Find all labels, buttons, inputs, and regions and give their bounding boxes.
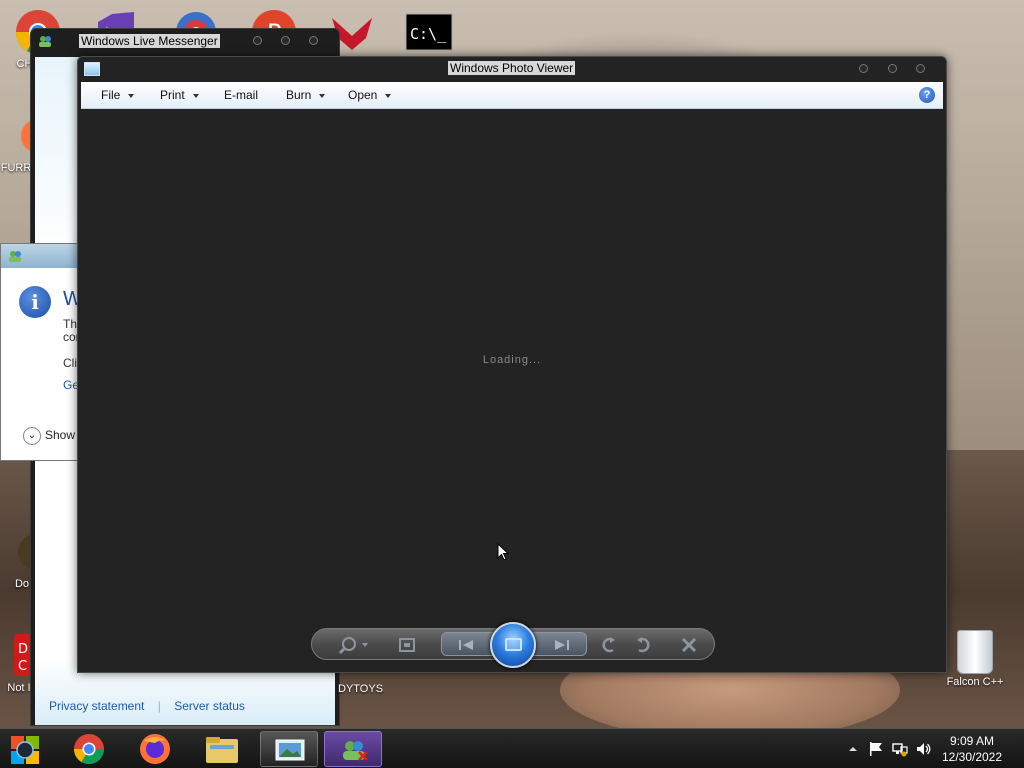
photo-viewer-icon bbox=[84, 62, 100, 76]
messenger-icon bbox=[39, 36, 51, 47]
viewer-titlebar[interactable]: Windows Photo Viewer bbox=[78, 57, 946, 81]
dropdown-arrow-icon bbox=[128, 93, 135, 98]
clock-date: 12/30/2022 bbox=[941, 750, 1003, 764]
taskbar: 9:09 AM 12/30/2022 bbox=[0, 728, 1024, 768]
privacy-statement-link[interactable]: Privacy statement bbox=[49, 699, 144, 713]
menu-open[interactable]: Open bbox=[348, 88, 392, 102]
previous-icon[interactable] bbox=[456, 637, 478, 653]
photo-viewer-taskbar-button[interactable] bbox=[260, 731, 318, 767]
command-prompt-icon[interactable]: C:\_ bbox=[405, 8, 453, 56]
slideshow-icon bbox=[505, 638, 522, 651]
close-button[interactable] bbox=[916, 64, 925, 73]
clock-time: 9:09 AM bbox=[949, 734, 995, 748]
desktop-icon-label: FURR bbox=[0, 162, 32, 174]
svg-text:C: C bbox=[18, 659, 27, 674]
actual-size-icon[interactable] bbox=[396, 635, 418, 655]
show-details-toggle[interactable]: ⌄ Show bbox=[23, 427, 75, 445]
firefox-taskbar-icon[interactable] bbox=[126, 731, 184, 767]
maximize-button[interactable] bbox=[281, 36, 290, 45]
dropdown-arrow-icon bbox=[385, 93, 392, 98]
info-dialog[interactable]: i W Tha con Clic Ge ⌄ Show bbox=[0, 243, 84, 461]
menu-print[interactable]: Print bbox=[160, 88, 199, 102]
taskbar-clock[interactable]: 9:09 AM 12/30/2022 bbox=[932, 733, 1012, 765]
start-button[interactable] bbox=[0, 731, 54, 767]
messenger-icon bbox=[9, 251, 21, 262]
dialog-titlebar[interactable] bbox=[1, 244, 80, 268]
next-icon[interactable] bbox=[550, 637, 572, 653]
recycle-bin-icon bbox=[957, 630, 993, 674]
minimize-button[interactable] bbox=[859, 64, 868, 73]
show-hidden-icons-icon[interactable] bbox=[848, 741, 858, 757]
server-status-link[interactable]: Server status bbox=[174, 699, 245, 713]
delete-icon[interactable] bbox=[678, 635, 700, 655]
svg-text:D: D bbox=[18, 642, 28, 657]
dropdown-arrow-icon bbox=[319, 93, 326, 98]
desktop-icon-label: Not I bbox=[7, 682, 31, 694]
menu-file-label: File bbox=[101, 88, 121, 102]
messenger-taskbar-button[interactable] bbox=[324, 731, 382, 767]
menu-burn-label: Burn bbox=[286, 88, 312, 102]
action-center-flag-icon[interactable] bbox=[868, 741, 884, 757]
messenger-icon bbox=[343, 741, 368, 761]
mouse-cursor-icon bbox=[497, 543, 509, 561]
slideshow-button[interactable] bbox=[490, 622, 536, 668]
viewer-title: Windows Photo Viewer bbox=[448, 61, 576, 75]
messenger-title: Windows Live Messenger bbox=[79, 34, 220, 48]
desktop-icon-label-toys: DYTOYS bbox=[338, 683, 384, 695]
zoom-icon[interactable] bbox=[338, 635, 372, 655]
chrome-taskbar-icon[interactable] bbox=[60, 731, 118, 767]
chevron-down-icon: ⌄ bbox=[23, 427, 41, 445]
show-label: Show bbox=[45, 428, 76, 443]
maximize-button[interactable] bbox=[888, 64, 897, 73]
desktop-icon-label: Do bbox=[14, 578, 30, 590]
svg-text:C:\_: C:\_ bbox=[410, 25, 447, 43]
dropdown-arrow-icon bbox=[192, 93, 199, 98]
file-explorer-taskbar-icon[interactable] bbox=[193, 731, 251, 767]
rotate-counterclockwise-icon[interactable] bbox=[598, 635, 620, 655]
rotate-clockwise-icon[interactable] bbox=[632, 635, 654, 655]
photo-viewer-icon bbox=[275, 739, 305, 761]
close-button[interactable] bbox=[309, 36, 318, 45]
messenger-footer: Privacy statement | Server status bbox=[49, 699, 255, 713]
menu-email-label: E-mail bbox=[224, 88, 259, 102]
footer-separator: | bbox=[157, 699, 161, 713]
menu-print-label: Print bbox=[160, 88, 185, 102]
recycle-bin-desktop-icon[interactable]: Falcon C++ bbox=[944, 630, 1006, 688]
volume-icon[interactable] bbox=[916, 741, 932, 757]
minimize-button[interactable] bbox=[253, 36, 262, 45]
viewer-menubar: File Print E-mail Burn Open ? bbox=[81, 82, 943, 109]
system-tray: 9:09 AM 12/30/2022 bbox=[824, 729, 1024, 768]
info-icon: i bbox=[19, 286, 51, 318]
menu-email[interactable]: E-mail bbox=[224, 88, 258, 102]
loading-text: Loading... bbox=[482, 354, 542, 366]
messenger-titlebar[interactable]: Windows Live Messenger bbox=[31, 29, 339, 55]
network-icon[interactable] bbox=[892, 741, 908, 757]
desktop-icon-furr[interactable]: FURR bbox=[0, 162, 32, 174]
menu-file[interactable]: File bbox=[101, 88, 135, 102]
help-icon[interactable]: ? bbox=[919, 87, 935, 103]
viewer-controlbar bbox=[311, 622, 715, 668]
recycle-bin-label: Falcon C++ bbox=[946, 676, 1004, 688]
menu-burn[interactable]: Burn bbox=[286, 88, 326, 102]
menu-open-label: Open bbox=[348, 88, 378, 102]
photo-viewer-window[interactable]: Windows Photo Viewer File Print E-mail B… bbox=[77, 56, 947, 673]
